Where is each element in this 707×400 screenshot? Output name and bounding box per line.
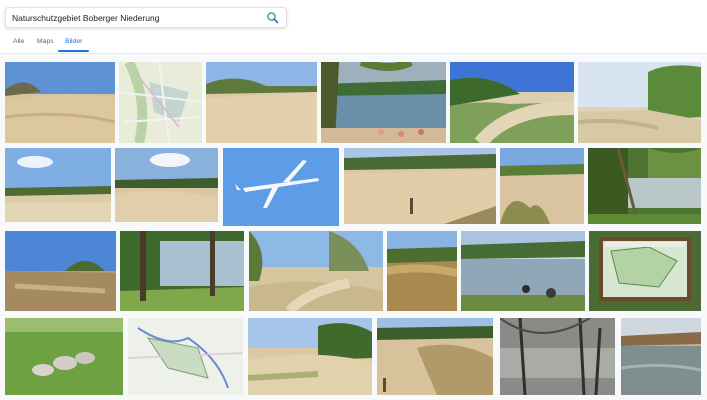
image-result-21[interactable] <box>248 318 372 395</box>
active-tab-indicator <box>58 50 89 52</box>
image-result-14[interactable] <box>120 231 244 311</box>
search-button[interactable] <box>265 10 281 26</box>
image-result-9[interactable] <box>223 148 339 226</box>
image-result-11[interactable] <box>500 148 584 224</box>
search-icon <box>267 12 279 24</box>
image-result-19[interactable] <box>5 318 123 395</box>
image-result-3[interactable] <box>206 62 317 143</box>
search-input[interactable] <box>12 10 258 26</box>
image-result-2[interactable] <box>119 62 202 143</box>
image-result-12[interactable] <box>588 148 701 224</box>
image-result-24[interactable] <box>621 318 701 395</box>
image-result-1[interactable] <box>5 62 115 143</box>
image-result-10[interactable] <box>344 148 496 224</box>
image-result-20[interactable] <box>128 318 243 395</box>
tab-maps[interactable]: Maps <box>37 38 54 45</box>
image-result-13[interactable] <box>5 231 116 311</box>
image-result-22[interactable] <box>377 318 493 395</box>
image-result-18[interactable] <box>589 231 701 311</box>
image-result-8[interactable] <box>115 148 218 222</box>
search-box[interactable] <box>5 7 287 28</box>
image-result-5[interactable] <box>450 62 574 143</box>
image-result-16[interactable] <box>387 231 457 311</box>
search-header: Alle Maps Bilder <box>0 0 707 54</box>
image-result-7[interactable] <box>5 148 111 222</box>
image-result-23[interactable] <box>500 318 615 395</box>
image-result-4[interactable] <box>321 62 446 143</box>
tab-alle[interactable]: Alle <box>13 38 24 45</box>
tab-bilder[interactable]: Bilder <box>65 38 82 45</box>
image-result-6[interactable] <box>578 62 701 143</box>
image-result-17[interactable] <box>461 231 585 311</box>
image-result-15[interactable] <box>249 231 383 311</box>
